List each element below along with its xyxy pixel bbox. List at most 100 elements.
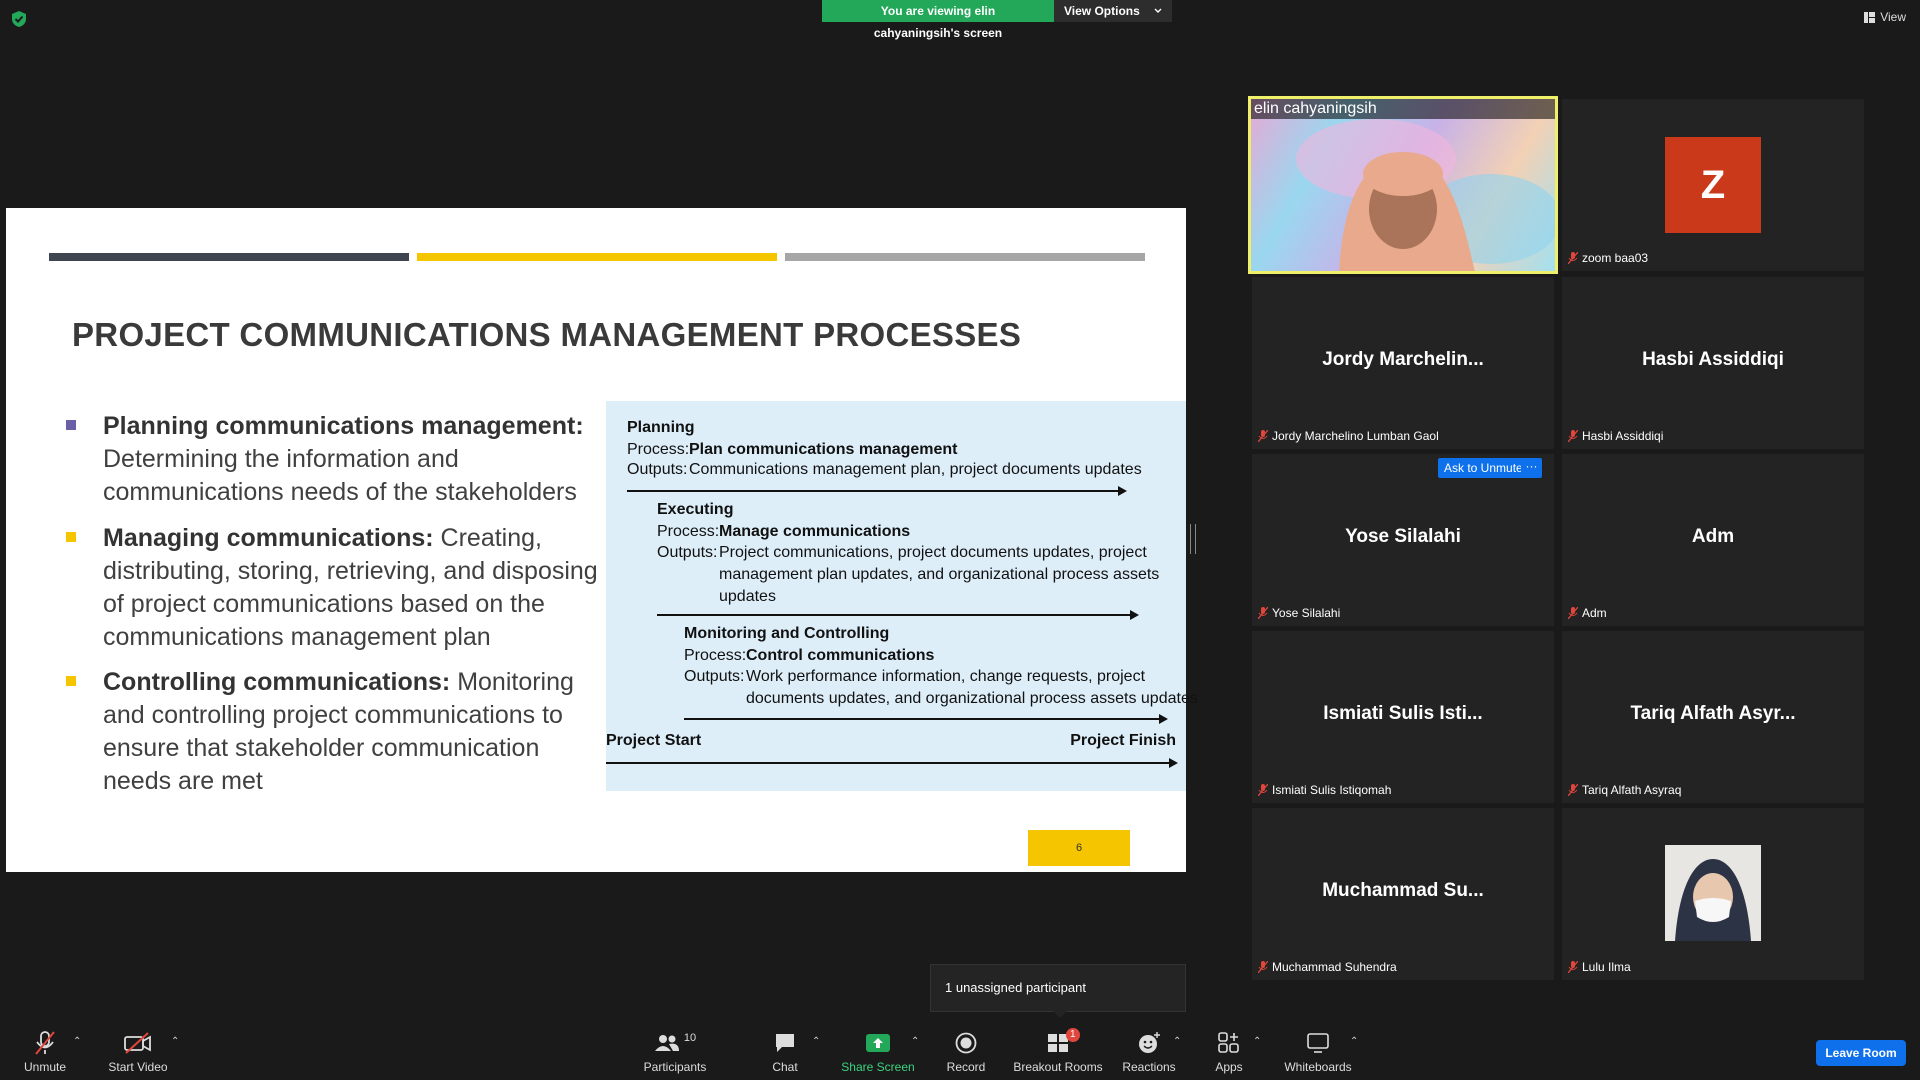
apps-options-caret-icon[interactable]: ⌃ (1253, 1036, 1261, 1047)
record-label: Record (946, 1060, 986, 1074)
reactions-icon (1139, 1032, 1160, 1053)
unmute-button[interactable]: Unmute (20, 1030, 70, 1074)
monitoring-arrow (684, 714, 1168, 724)
whiteboards-button[interactable]: Whiteboards (1282, 1030, 1354, 1074)
participant-display-name: Hasbi Assiddiqi (1642, 349, 1784, 370)
participant-name: Tariq Alfath Asyraq (1582, 783, 1682, 797)
breakout-rooms-button[interactable]: 1 Breakout Rooms (1013, 1028, 1103, 1074)
timeline-arrow (606, 758, 1178, 768)
whiteboards-label: Whiteboards (1284, 1060, 1352, 1074)
muted-mic-icon (1568, 961, 1578, 973)
participant-tile-zoom-baa03[interactable]: Z zoom baa03 (1562, 99, 1864, 271)
resize-divider-handle[interactable] (1190, 524, 1196, 554)
reactions-label: Reactions (1122, 1060, 1176, 1074)
participant-name: Lulu Ilma (1582, 960, 1631, 974)
whiteboards-options-caret-icon[interactable]: ⌃ (1350, 1036, 1358, 1047)
participant-tile-adm[interactable]: Adm Adm (1562, 454, 1864, 626)
reactions-options-caret-icon[interactable]: ⌃ (1173, 1036, 1181, 1047)
participant-tile-lulu[interactable]: Lulu Ilma (1562, 808, 1864, 980)
bullet-controlling: Controlling communications: Monitoring a… (66, 666, 606, 798)
view-button[interactable]: View (1864, 10, 1906, 24)
muted-mic-icon (1258, 961, 1268, 973)
bullet-term: Controlling communications (103, 668, 442, 696)
chat-options-caret-icon[interactable]: ⌃ (812, 1036, 820, 1047)
unassigned-participant-tooltip: 1 unassigned participant (930, 964, 1186, 1018)
executing-outputs-line2: management plan updates, and organizatio… (719, 566, 1160, 583)
video-options-caret-icon[interactable]: ⌃ (171, 1036, 179, 1047)
participant-tile-hasbi[interactable]: Hasbi Assiddiqi Hasbi Assiddiqi (1562, 277, 1864, 449)
ask-to-unmute-button[interactable]: Ask to Unmute (1438, 458, 1529, 478)
chat-button[interactable]: Chat (765, 1030, 805, 1074)
view-options-button[interactable]: View Options (1054, 0, 1172, 22)
participant-name: Hasbi Assiddiqi (1582, 429, 1664, 443)
executing-process-label: Process: (657, 523, 720, 540)
executing-arrow (657, 610, 1139, 620)
planning-outputs-label: Outputs: (627, 461, 688, 478)
video-off-icon (124, 1032, 151, 1054)
share-options-caret-icon[interactable]: ⌃ (911, 1036, 919, 1047)
slide-bar-dark (49, 253, 409, 261)
participant-tile-tariq[interactable]: Tariq Alfath Asyr... Tariq Alfath Asyraq (1562, 631, 1864, 803)
executing-outputs-line3: updates (719, 588, 776, 605)
muted-mic-icon (1258, 784, 1268, 796)
bullet-square-icon (66, 532, 76, 542)
participant-name: Adm (1582, 606, 1607, 620)
breakout-rooms-label: Breakout Rooms (1013, 1060, 1103, 1074)
monitoring-outputs-line1: Work performance information, change req… (746, 668, 1146, 685)
participant-name: zoom baa03 (1582, 251, 1649, 265)
executing-title: Executing (657, 501, 734, 518)
bullet-text: Determining the information and communic… (103, 445, 577, 506)
more-options-button[interactable]: ··· (1521, 458, 1542, 478)
muted-mic-icon (1568, 252, 1578, 264)
executing-outputs-label: Outputs: (657, 544, 718, 561)
share-screen-button[interactable]: Share Screen (838, 1030, 918, 1074)
apps-icon (1218, 1032, 1239, 1053)
participant-display-name: Jordy Marchelin... (1322, 349, 1484, 370)
monitoring-process-label: Process: (684, 647, 747, 664)
start-video-label: Start Video (108, 1060, 168, 1074)
chevron-down-icon (1154, 8, 1162, 13)
avatar: Z (1665, 137, 1761, 233)
security-shield-icon[interactable] (10, 10, 28, 28)
leave-room-button[interactable]: Leave Room (1816, 1040, 1906, 1066)
start-video-button[interactable]: Start Video (108, 1030, 168, 1074)
screen-share-banner: You are viewing elin cahyaningsih's scre… (822, 0, 1172, 40)
muted-mic-icon (1258, 430, 1268, 442)
apps-button[interactable]: Apps (1211, 1030, 1247, 1074)
view-options-label: View Options (1064, 4, 1140, 18)
bullet-square-icon (66, 676, 76, 686)
avatar-photo (1665, 845, 1761, 941)
muted-mic-icon (1568, 784, 1578, 796)
participant-name: Yose Silalahi (1272, 606, 1341, 620)
planning-process-label: Process: (627, 441, 690, 458)
participant-name: Ismiati Sulis Istiqomah (1272, 783, 1392, 797)
participant-tile-yose[interactable]: Yose Silalahi Yose Silalahi (1252, 454, 1554, 626)
planning-process: Plan communications management (689, 441, 958, 458)
monitoring-outputs-label: Outputs: (684, 668, 745, 685)
bullet-term: Managing communications: (103, 524, 434, 552)
chat-label: Chat (772, 1060, 798, 1074)
apps-label: Apps (1215, 1060, 1243, 1074)
executing-outputs-line1: Project communications, project document… (719, 544, 1147, 561)
muted-mic-icon (1568, 430, 1578, 442)
active-speaker-tile[interactable]: elin cahyaningsih (1248, 96, 1558, 274)
muted-mic-icon (1568, 607, 1578, 619)
participant-tile-ismiati[interactable]: Ismiati Sulis Isti... Ismiati Sulis Isti… (1252, 631, 1554, 803)
planning-arrow (627, 486, 1127, 496)
executing-process: Manage communications (719, 523, 911, 540)
participant-display-name: Muchammad Su... (1322, 880, 1484, 901)
participant-tile-muchammad[interactable]: Muchammad Su... Muchammad Suhendra (1252, 808, 1554, 980)
participants-button[interactable]: 10 Participants (640, 1030, 710, 1074)
bullet-sep: : (441, 668, 451, 696)
participants-label: Participants (643, 1060, 707, 1074)
share-screen-label: Share Screen (841, 1060, 915, 1074)
audio-options-caret-icon[interactable]: ⌃ (73, 1036, 81, 1047)
reactions-button[interactable]: Reactions (1118, 1030, 1180, 1074)
view-label: View (1880, 10, 1906, 24)
project-finish-label: Project Finish (1070, 732, 1176, 749)
record-button[interactable]: Record (945, 1030, 987, 1074)
participant-display-name: Adm (1691, 526, 1735, 547)
participant-tile-jordy[interactable]: Jordy Marchelin... Jordy Marchelino Lumb… (1252, 277, 1554, 449)
planning-outputs: Communications management plan, project … (689, 461, 1142, 478)
bullet-sep: : (575, 412, 584, 440)
